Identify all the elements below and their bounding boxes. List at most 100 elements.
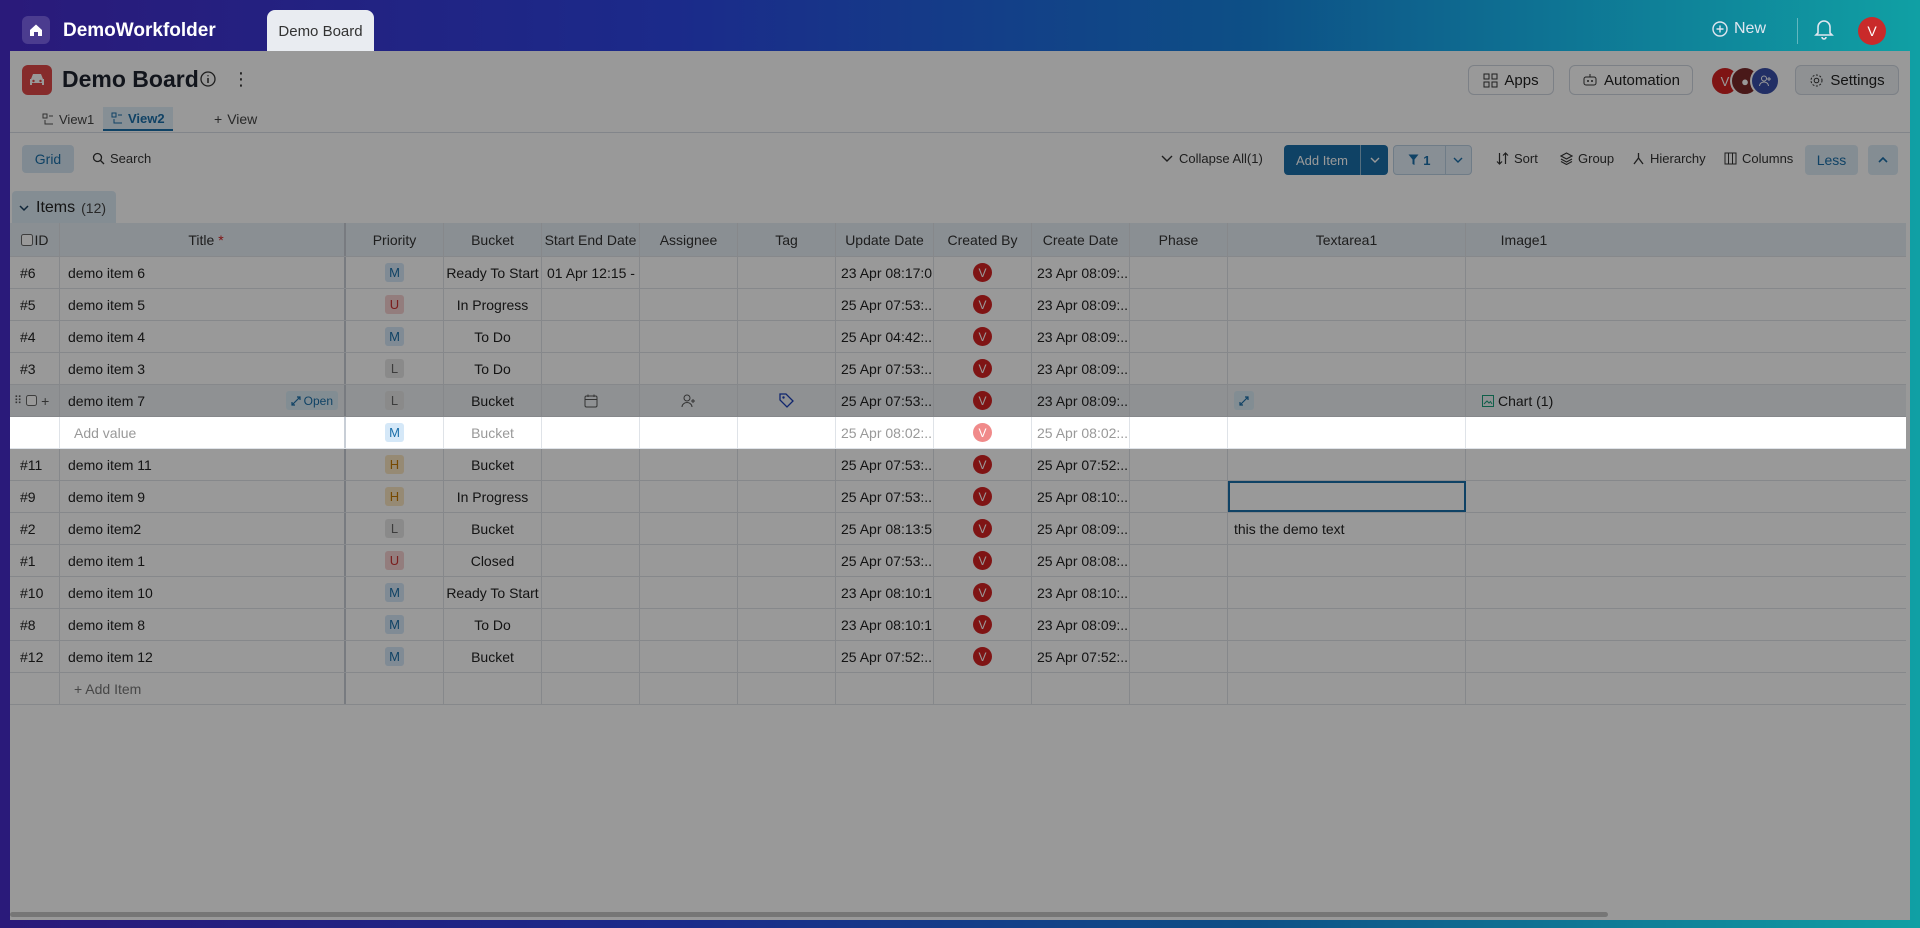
- tag-cell[interactable]: [738, 289, 836, 320]
- phase-cell[interactable]: [1130, 545, 1228, 576]
- item-title[interactable]: demo item 5: [60, 289, 346, 320]
- image-cell[interactable]: [1466, 353, 1566, 384]
- phase-cell[interactable]: [1130, 417, 1228, 448]
- textarea-cell[interactable]: [1228, 321, 1466, 352]
- table-row[interactable]: #3 demo item 3 L To Do 25 Apr 07:53:... V 23 A…: [10, 353, 1906, 385]
- user-avatar[interactable]: V: [1858, 17, 1886, 45]
- less-button[interactable]: Less: [1805, 145, 1858, 175]
- bucket-cell[interactable]: Ready To Start: [444, 577, 542, 608]
- tag-cell[interactable]: [738, 577, 836, 608]
- textarea-cell[interactable]: [1228, 417, 1466, 448]
- start-end-cell[interactable]: [542, 289, 640, 320]
- assignee-cell[interactable]: [640, 289, 738, 320]
- bucket-cell[interactable]: To Do: [444, 609, 542, 640]
- textarea-cell[interactable]: [1228, 385, 1466, 416]
- add-item-button[interactable]: Add Item: [1284, 145, 1388, 175]
- textarea-cell[interactable]: [1228, 289, 1466, 320]
- workfolder-name[interactable]: DemoWorkfolder: [63, 20, 216, 42]
- open-item-button[interactable]: Open: [285, 391, 338, 410]
- group-button[interactable]: Group: [1560, 151, 1614, 166]
- priority-cell[interactable]: H: [346, 449, 444, 480]
- table-row[interactable]: #2 demo item2 L Bucket 25 Apr 08:13:5... V 25 …: [10, 513, 1906, 545]
- table-row[interactable]: #5 demo item 5 U In Progress 25 Apr 07:53:..…: [10, 289, 1906, 321]
- textarea-cell[interactable]: [1228, 641, 1466, 672]
- row-controls[interactable]: ⠿ +: [10, 385, 60, 416]
- add-item-row[interactable]: + Add Item: [10, 673, 1906, 705]
- table-row[interactable]: #6 demo item 6 M Ready To Start 01 Apr 12:15…: [10, 257, 1906, 289]
- checkbox-icon[interactable]: [20, 233, 33, 246]
- phase-cell[interactable]: [1130, 577, 1228, 608]
- image-cell[interactable]: [1466, 289, 1566, 320]
- add-member-icon[interactable]: [1750, 66, 1780, 96]
- table-row[interactable]: #8 demo item 8 M To Do 23 Apr 08:10:1... V 23 …: [10, 609, 1906, 641]
- tag-cell[interactable]: [738, 417, 836, 448]
- start-end-cell[interactable]: [542, 385, 640, 416]
- bucket-cell[interactable]: Closed: [444, 545, 542, 576]
- assignee-cell[interactable]: [640, 641, 738, 672]
- col-image1[interactable]: Image1: [1466, 223, 1566, 256]
- apps-button[interactable]: Apps: [1468, 65, 1554, 95]
- item-title[interactable]: demo item 9: [60, 481, 346, 512]
- phase-cell[interactable]: [1130, 353, 1228, 384]
- textarea-cell[interactable]: this the demo text: [1228, 513, 1466, 544]
- expand-icon[interactable]: [1234, 391, 1254, 410]
- title-input[interactable]: Add value: [60, 417, 346, 448]
- start-end-cell[interactable]: [542, 353, 640, 384]
- col-start-end[interactable]: Start End Date: [542, 223, 640, 256]
- start-end-cell[interactable]: [542, 481, 640, 512]
- assignee-cell[interactable]: [640, 321, 738, 352]
- start-end-cell[interactable]: [542, 449, 640, 480]
- tag-cell[interactable]: [738, 641, 836, 672]
- checkbox-icon[interactable]: [26, 395, 38, 406]
- bucket-cell[interactable]: In Progress: [444, 481, 542, 512]
- calendar-icon[interactable]: [584, 394, 598, 408]
- group-header-items[interactable]: Items (12): [12, 191, 116, 225]
- priority-cell[interactable]: M: [346, 609, 444, 640]
- col-textarea1[interactable]: Textarea1: [1228, 223, 1466, 256]
- automation-button[interactable]: Automation: [1569, 65, 1693, 95]
- textarea-cell[interactable]: [1228, 609, 1466, 640]
- select-all-header[interactable]: ID: [10, 223, 60, 256]
- assignee-cell[interactable]: [640, 513, 738, 544]
- assignee-cell[interactable]: [640, 257, 738, 288]
- settings-button[interactable]: Settings: [1795, 65, 1899, 95]
- priority-cell[interactable]: M: [346, 577, 444, 608]
- item-title[interactable]: demo item 12: [60, 641, 346, 672]
- phase-cell[interactable]: [1130, 257, 1228, 288]
- bucket-cell[interactable]: To Do: [444, 353, 542, 384]
- table-row[interactable]: #1 demo item 1 U Closed 25 Apr 07:53:... V 25 …: [10, 545, 1906, 577]
- assignee-cell[interactable]: [640, 417, 738, 448]
- image-cell[interactable]: [1466, 321, 1566, 352]
- item-title[interactable]: demo item 3: [60, 353, 346, 384]
- image-cell[interactable]: [1466, 513, 1566, 544]
- assignee-cell[interactable]: [640, 609, 738, 640]
- chevron-up-icon[interactable]: [1868, 145, 1898, 175]
- textarea-cell[interactable]: [1228, 449, 1466, 480]
- grid-view-button[interactable]: Grid: [22, 145, 74, 173]
- start-end-cell[interactable]: [542, 545, 640, 576]
- bucket-cell[interactable]: Bucket: [444, 513, 542, 544]
- image-cell[interactable]: [1466, 609, 1566, 640]
- phase-cell[interactable]: [1130, 641, 1228, 672]
- chevron-down-icon[interactable]: [1444, 146, 1471, 174]
- tab-demo-board[interactable]: Demo Board: [267, 10, 374, 52]
- tag-icon[interactable]: [779, 393, 794, 408]
- tag-cell[interactable]: [738, 545, 836, 576]
- phase-cell[interactable]: [1130, 609, 1228, 640]
- drag-handle-icon[interactable]: ⠿: [14, 394, 22, 407]
- phase-cell[interactable]: [1130, 289, 1228, 320]
- bucket-cell[interactable]: Bucket: [444, 449, 542, 480]
- item-title[interactable]: demo item 10: [60, 577, 346, 608]
- phase-cell[interactable]: [1130, 321, 1228, 352]
- image-cell[interactable]: [1466, 257, 1566, 288]
- textarea-cell[interactable]: [1228, 257, 1466, 288]
- textarea-cell[interactable]: [1228, 481, 1466, 512]
- image-cell[interactable]: [1466, 641, 1566, 672]
- table-row[interactable]: #9 demo item 9 H In Progress 25 Apr 07:53:..…: [10, 481, 1906, 513]
- image-cell[interactable]: [1466, 481, 1566, 512]
- priority-cell[interactable]: L: [346, 353, 444, 384]
- assignee-cell[interactable]: [640, 449, 738, 480]
- bucket-cell[interactable]: To Do: [444, 321, 542, 352]
- table-row[interactable]: Add value M Bucket 25 Apr 08:02:... V 25 Apr …: [10, 417, 1906, 449]
- assignee-cell[interactable]: [640, 353, 738, 384]
